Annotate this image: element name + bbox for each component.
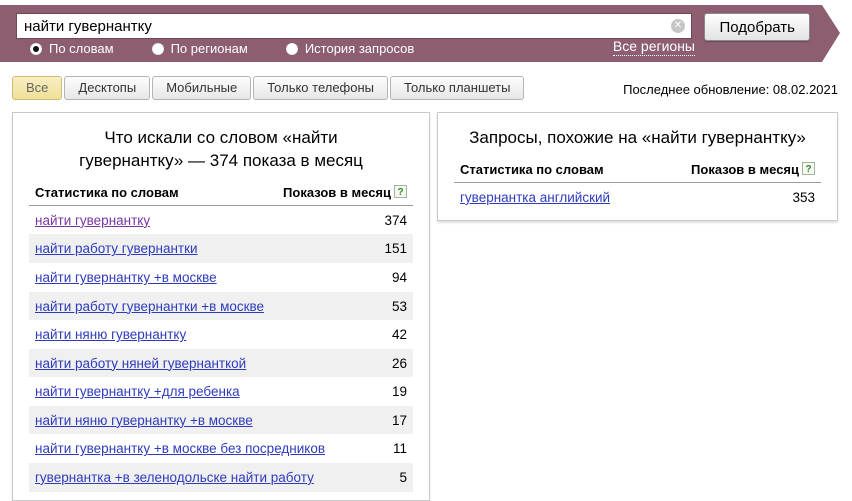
keyword-link[interactable]: найти гувернантку +для ребенка: [35, 382, 240, 402]
keywords-panel: Что искали со словом «найти гувернантку»…: [12, 112, 430, 501]
table-row: найти гувернантку +для ребенка 19: [29, 377, 413, 406]
similar-table-body: гувернантка английский 353: [454, 183, 821, 212]
table-row: найти няню гувернантку 42: [29, 320, 413, 349]
radio-label: По словам: [49, 41, 114, 56]
radio-option[interactable]: По словам: [30, 41, 114, 56]
device-tab[interactable]: Все: [12, 76, 62, 100]
keyword-link[interactable]: найти няню гувернантку +в москве: [35, 411, 253, 431]
table-row: гувернантка английский 353: [454, 183, 821, 212]
device-tab[interactable]: Мобильные: [152, 76, 251, 100]
impressions-value: 94: [382, 268, 407, 288]
table-row: найти гувернантку 374: [29, 206, 413, 235]
search-input-wrap: ✕: [16, 13, 692, 39]
table-row: найти работу няней гувернанткой 26: [29, 349, 413, 378]
search-header-bar: ✕ Подобрать По словам По регионам История …: [0, 5, 822, 62]
column-header-words: Статистика по словам: [460, 162, 604, 177]
keyword-link[interactable]: найти гувернантку +в москве без посредни…: [35, 439, 325, 459]
keyword-link[interactable]: найти гувернантку: [35, 211, 150, 231]
keyword-link[interactable]: найти работу гувернантки: [35, 239, 198, 259]
table-row: гувернантка +в зеленодольске найти работ…: [29, 463, 413, 492]
impressions-value: 19: [382, 382, 407, 402]
table-row: найти гувернантку +в москве 94: [29, 263, 413, 292]
radio-icon[interactable]: [152, 43, 164, 55]
device-tab[interactable]: Только телефоны: [253, 76, 388, 100]
impressions-value: 26: [382, 354, 407, 374]
keyword-link[interactable]: найти работу няней гувернанткой: [35, 354, 246, 374]
column-header-impressions: Показов в месяц?: [691, 162, 815, 177]
impressions-value: 5: [389, 468, 407, 488]
column-header-impressions-label: Показов в месяц: [283, 185, 391, 200]
device-tab[interactable]: Только планшеты: [390, 76, 524, 100]
keywords-panel-title: Что искали со словом «найти гувернантку»…: [56, 127, 386, 173]
submit-button[interactable]: Подобрать: [704, 13, 810, 41]
impressions-value: 42: [382, 325, 407, 345]
keyword-link[interactable]: найти гувернантку +в москве: [35, 268, 217, 288]
table-row: найти няню гувернантку +в москве 17: [29, 406, 413, 435]
keyword-link[interactable]: гувернантка английский: [460, 188, 610, 208]
help-icon[interactable]: ?: [394, 185, 407, 198]
radio-option[interactable]: История запросов: [286, 41, 415, 56]
keyword-link[interactable]: гувернантка +в зеленодольске найти работ…: [35, 468, 314, 488]
table-header-row: Статистика по словам Показов в месяц?: [454, 156, 821, 183]
table-row: найти гувернантку +в москве без посредни…: [29, 434, 413, 463]
device-tabs: ВсеДесктопыМобильныеТолько телефоныТольк…: [12, 76, 526, 100]
table-row: найти работу гувернантки 151: [29, 234, 413, 263]
similar-queries-panel: Запросы, похожие на «найти гувернантку» …: [437, 112, 838, 221]
help-icon[interactable]: ?: [802, 162, 815, 175]
column-header-impressions: Показов в месяц?: [283, 185, 407, 200]
keyword-link[interactable]: найти работу гувернантки +в москве: [35, 297, 264, 317]
impressions-value: 17: [382, 411, 407, 431]
radio-label: По регионам: [171, 41, 248, 56]
table-header-row: Статистика по словам Показов в месяц?: [29, 179, 413, 206]
all-regions-link[interactable]: Все регионы: [613, 38, 695, 56]
mode-radio-group: По словам По регионам История запросов: [30, 41, 452, 56]
impressions-value: 374: [374, 211, 407, 231]
keywords-table-body: найти гувернантку 374 найти работу гуверна…: [29, 206, 413, 492]
radio-icon[interactable]: [30, 43, 42, 55]
radio-label: История запросов: [305, 41, 415, 56]
search-input[interactable]: [17, 14, 691, 38]
table-row: найти работу гувернантки +в москве 53: [29, 292, 413, 321]
radio-icon[interactable]: [286, 43, 298, 55]
radio-option[interactable]: По регионам: [152, 41, 248, 56]
column-header-impressions-label: Показов в месяц: [691, 162, 799, 177]
similar-panel-title: Запросы, похожие на «найти гувернантку»: [438, 127, 837, 150]
last-update-text: Последнее обновление: 08.02.2021: [623, 82, 838, 97]
keyword-link[interactable]: найти няню гувернантку: [35, 325, 186, 345]
impressions-value: 353: [782, 188, 815, 208]
device-tab[interactable]: Десктопы: [64, 76, 150, 100]
impressions-value: 151: [374, 239, 407, 259]
impressions-value: 11: [383, 439, 407, 459]
column-header-words: Статистика по словам: [35, 185, 179, 200]
impressions-value: 53: [382, 297, 407, 317]
clear-icon[interactable]: ✕: [671, 19, 685, 33]
